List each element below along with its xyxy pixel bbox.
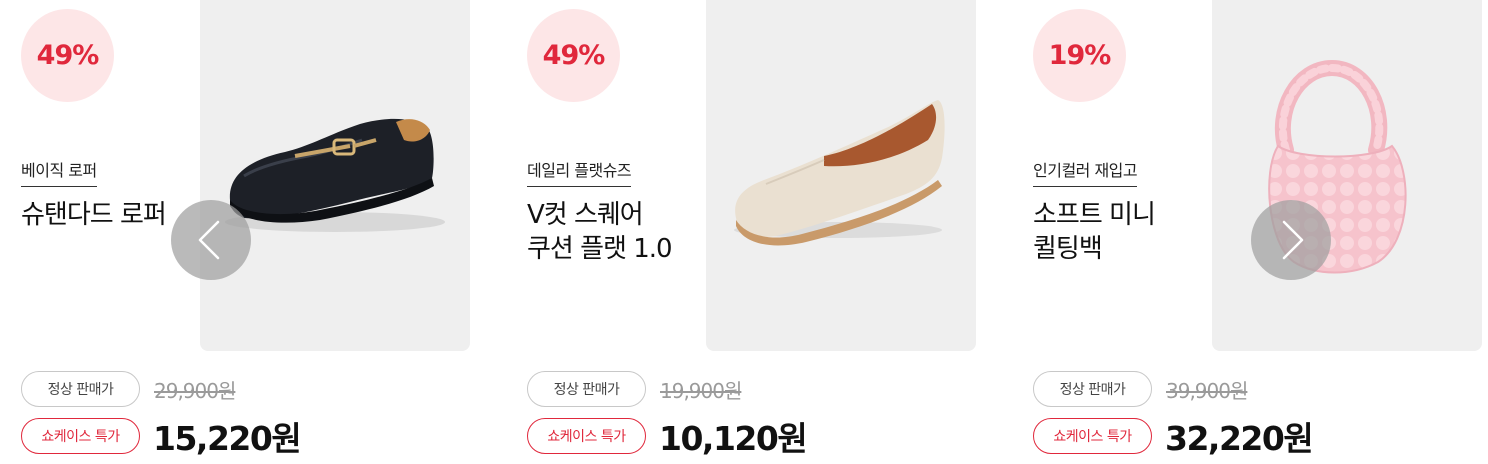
discount-badge: 49% <box>527 9 620 102</box>
regular-price-row: 정상 판매가 29,900원 <box>21 371 236 407</box>
sale-price-label: 쇼케이스 특가 <box>527 418 646 454</box>
next-button[interactable] <box>1251 200 1331 280</box>
chevron-left-icon <box>198 220 220 260</box>
pink-quilted-bag-image <box>1268 59 1407 274</box>
category-tag: 베이직 로퍼 <box>21 157 97 187</box>
cream-flat-shoe-image <box>734 100 945 246</box>
prev-button[interactable] <box>171 200 251 280</box>
regular-price-row: 정상 판매가 39,900원 <box>1033 371 1248 407</box>
sale-price-row: 쇼케이스 특가 32,220원 <box>1033 418 1314 458</box>
discount-badge: 19% <box>1033 9 1126 102</box>
product-name[interactable]: 소프트 미니 퀼팅백 <box>1033 198 1223 266</box>
sale-price-row: 쇼케이스 특가 15,220원 <box>21 418 302 458</box>
regular-price-label: 정상 판매가 <box>527 371 646 407</box>
chevron-right-icon <box>1282 220 1304 260</box>
original-price: 39,900원 <box>1166 378 1248 403</box>
category-tag: 인기컬러 재입고 <box>1033 157 1138 187</box>
discount-badge: 49% <box>21 9 114 102</box>
regular-price-label: 정상 판매가 <box>1033 371 1152 407</box>
product-image[interactable] <box>200 0 470 351</box>
sale-price-row: 쇼케이스 특가 10,120원 <box>527 418 808 458</box>
original-price: 29,900원 <box>154 378 236 403</box>
product-name[interactable]: V컷 스퀘어 쿠션 플랫 1.0 <box>527 198 717 266</box>
product-card[interactable]: 49% 데일리 플랫슈즈 V컷 스퀘어 쿠션 플랫 1.0 정상 판매가 19,… <box>506 0 976 464</box>
sale-price: 15,220원 <box>153 419 302 458</box>
product-image[interactable] <box>706 0 976 351</box>
sale-price: 32,220원 <box>1165 419 1314 458</box>
sale-price: 10,120원 <box>659 419 808 458</box>
regular-price-label: 정상 판매가 <box>21 371 140 407</box>
product-image[interactable] <box>1212 0 1482 351</box>
black-loafer-image <box>225 118 445 232</box>
product-carousel: 49% 베이직 로퍼 슈탠다드 로퍼 정상 판매가 29,900원 쇼케이스 특… <box>0 0 1488 464</box>
original-price: 19,900원 <box>660 378 742 403</box>
category-tag: 데일리 플랫슈즈 <box>527 157 632 187</box>
sale-price-label: 쇼케이스 특가 <box>21 418 140 454</box>
sale-price-label: 쇼케이스 특가 <box>1033 418 1152 454</box>
product-card[interactable]: 19% 인기컬러 재입고 소프트 미니 퀼팅백 정상 판매가 39,900원 쇼… <box>1012 0 1482 464</box>
regular-price-row: 정상 판매가 19,900원 <box>527 371 742 407</box>
